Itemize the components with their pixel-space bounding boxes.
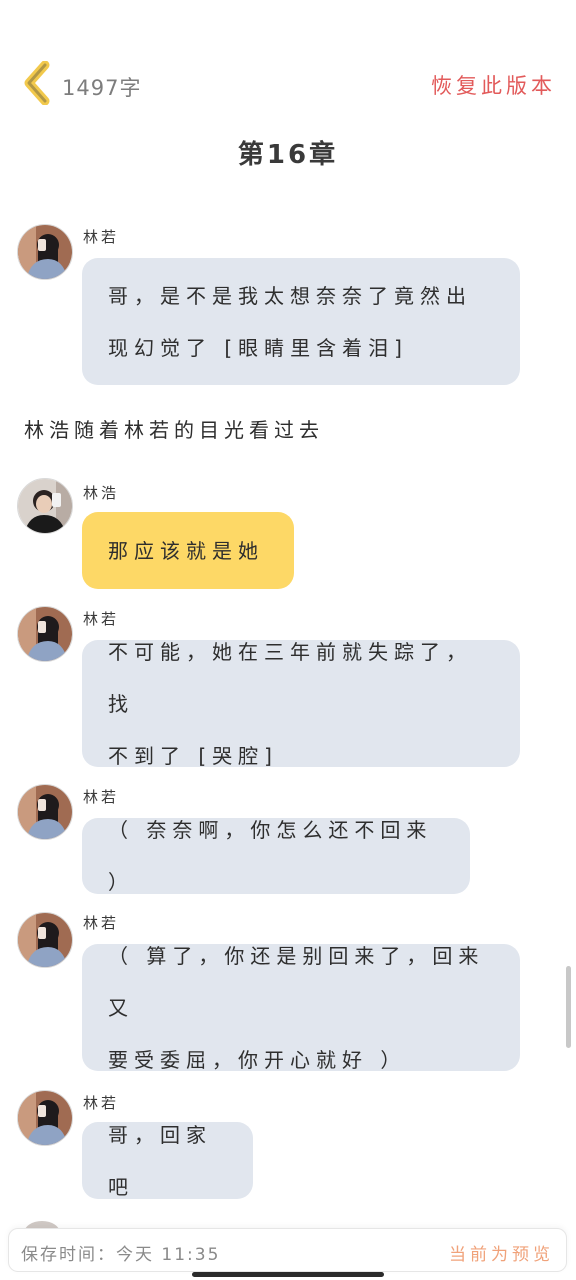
top-bar: 1497字 恢复此版本: [0, 58, 576, 114]
preview-status: 当前为预览: [449, 1245, 554, 1265]
avatar-linruo[interactable]: [17, 912, 73, 968]
message-line: 哥，回家吧: [108, 1122, 212, 1199]
chapter-history-page: 1497字 恢复此版本 第16章 林若 哥，是不是我太想奈奈了竟然出 现幻觉了 …: [0, 0, 576, 1280]
message-line: 不到了 [哭腔]: [108, 743, 278, 768]
message-line: （ 奈奈啊，你怎么还不回来 ）: [108, 818, 433, 894]
message-line: 哥，是不是我太想奈奈了竟然出: [108, 283, 472, 308]
narration-text: 林浩随着林若的目光看过去: [24, 418, 324, 442]
message-bubble: （ 奈奈啊，你怎么还不回来 ）: [82, 818, 470, 894]
speaker-name: 林若: [83, 228, 120, 246]
avatar-linhao[interactable]: [17, 478, 73, 534]
avatar-linruo[interactable]: [17, 784, 73, 840]
message-bubble: 不可能，她在三年前就失踪了，找 不到了 [哭腔]: [82, 640, 520, 768]
word-count: 1497字: [62, 76, 142, 100]
status-bar: 保存时间：今天 11:35 当前为预览: [8, 1228, 567, 1272]
message-line: 不可能，她在三年前就失踪了，找: [108, 639, 472, 716]
speaker-name: 林浩: [83, 484, 120, 502]
avatar-linruo[interactable]: [17, 606, 73, 662]
message-line: 要受委屈，你开心就好 ）: [108, 1047, 407, 1072]
chapter-title: 第16章: [237, 140, 339, 170]
message-bubble: 哥，是不是我太想奈奈了竟然出 现幻觉了 [眼睛里含着泪]: [82, 258, 520, 385]
message-bubble: 哥，回家吧: [82, 1122, 253, 1199]
message-bubble: 那应该就是她: [82, 512, 294, 589]
save-time: 保存时间：今天 11:35: [21, 1245, 221, 1265]
avatar-linruo[interactable]: [17, 1090, 73, 1146]
message-line: 现幻觉了 [眼睛里含着泪]: [108, 335, 408, 360]
restore-version-button[interactable]: 恢复此版本: [431, 70, 556, 100]
scrollbar-thumb[interactable]: [566, 966, 571, 1048]
message-bubble: （ 算了，你还是别回来了，回来又 要受委屈，你开心就好 ）: [82, 944, 520, 1072]
message-line: （ 算了，你还是别回来了，回来又: [108, 943, 485, 1020]
home-indicator: [192, 1272, 384, 1277]
avatar-linruo[interactable]: [17, 224, 73, 280]
back-button[interactable]: [18, 60, 58, 109]
message-line: 那应该就是她: [108, 538, 264, 563]
avatar-partial: [22, 1216, 62, 1228]
chevron-left-icon: [23, 60, 53, 109]
